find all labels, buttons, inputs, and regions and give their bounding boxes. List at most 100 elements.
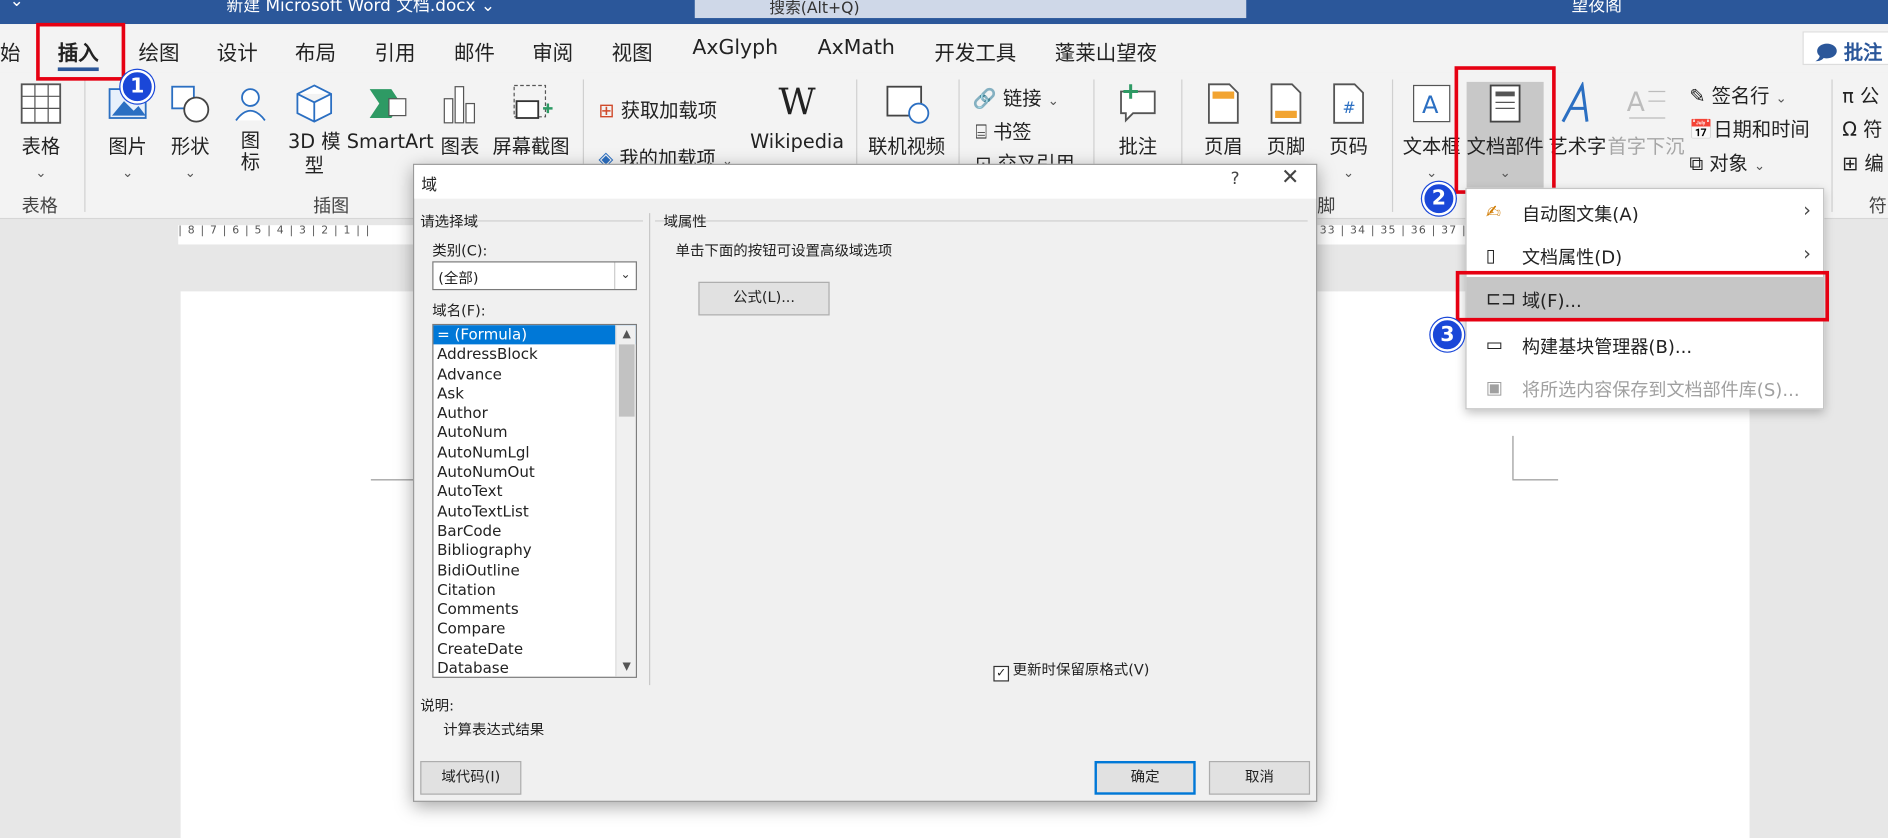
get-addins-label: 获取加载项 [620, 98, 718, 122]
list-item[interactable]: Compare [433, 619, 635, 639]
list-item[interactable]: AutoNum [433, 423, 635, 443]
icons-button[interactable]: 图 标 [226, 82, 274, 174]
list-item[interactable]: Bibliography [433, 541, 635, 561]
formula-button[interactable]: 公式(L)... [698, 281, 830, 316]
tab-axglyph[interactable]: AxGlyph [692, 36, 778, 60]
list-item[interactable]: AutoNumOut [433, 462, 635, 482]
tab-mailings[interactable]: 邮件 [454, 36, 495, 66]
choose-field-label: 请选择域 [420, 213, 479, 230]
category-select[interactable]: (全部) ⌄ [432, 261, 637, 291]
scroll-up-icon[interactable]: ▲ [616, 325, 635, 344]
list-item[interactable]: Author [433, 404, 635, 424]
scroll-thumb[interactable] [618, 344, 635, 417]
list-item[interactable]: Ask [433, 384, 635, 404]
tab-design[interactable]: 设计 [217, 36, 258, 66]
field-names-list[interactable]: = (Formula) AddressBlock Advance Ask Aut… [432, 323, 637, 678]
screenshot-icon [513, 84, 553, 119]
list-scrollbar[interactable]: ▲ ▼ [615, 325, 636, 677]
icons-icon [235, 88, 266, 121]
tab-references[interactable]: 引用 [374, 36, 415, 66]
cube-icon [296, 84, 333, 123]
preserve-format-checkbox[interactable]: ✓ 更新时保留原格式(V) [993, 659, 1149, 682]
menu-item-building-blocks[interactable]: ▭ 构建基块管理器(B)... [1467, 323, 1823, 366]
date-time-button[interactable]: 📅日期和时间 [1689, 113, 1809, 142]
equation-button[interactable]: π 公 [1842, 79, 1879, 108]
header-icon [1208, 83, 1239, 124]
description-text: 计算表达式结果 [443, 721, 545, 739]
list-item[interactable]: AutoText [433, 482, 635, 502]
smartart-button[interactable]: SmartArt [347, 82, 434, 153]
tab-developer[interactable]: 开发工具 [934, 36, 1016, 66]
link-button[interactable]: 🔗 链接 ⌄ [973, 82, 1059, 111]
3d-models-button[interactable]: 3D 模 型 [284, 82, 344, 178]
margin-corner-left [370, 479, 415, 481]
list-item[interactable]: Citation [433, 580, 635, 600]
checkmark-icon[interactable]: ✓ [993, 665, 1010, 682]
get-addins-button[interactable]: ⊞ 获取加载项 [598, 94, 717, 123]
chevron-right-icon: › [1803, 198, 1811, 222]
page-number-button[interactable]: # 页码 ⌄ [1320, 82, 1378, 182]
screenshot-button[interactable]: 屏幕截图 [491, 82, 570, 159]
symbol-button[interactable]: Ω 符 [1842, 113, 1882, 142]
smartart-label: SmartArt [346, 130, 434, 153]
qat-dropdown-icon[interactable]: ⌄ [10, 0, 24, 11]
menu-item-autotext[interactable]: ✍ 自动图文集(A) › [1467, 190, 1823, 233]
cancel-button[interactable]: 取消 [1208, 760, 1311, 795]
chevron-down-icon[interactable]: ⌄ [614, 262, 636, 289]
number-button[interactable]: ⊞ 编 [1842, 147, 1884, 176]
bookmark-button[interactable]: ⌸ 书签 [975, 116, 1031, 145]
help-icon[interactable]: ? [1231, 170, 1240, 189]
footer-button[interactable]: 页脚 [1257, 82, 1315, 159]
list-item[interactable]: AutoTextList [433, 502, 635, 522]
icons-label: 图 标 [240, 128, 261, 174]
object-button[interactable]: ⧉ 对象 ⌄ [1689, 147, 1765, 176]
list-item[interactable]: BarCode [433, 521, 635, 541]
list-item[interactable]: AutoNumLgl [433, 443, 635, 463]
ok-button[interactable]: 确定 [1094, 760, 1196, 795]
screenshot-label: 屏幕截图 [492, 134, 570, 158]
list-item[interactable]: BidiOutline [433, 561, 635, 581]
wikipedia-button[interactable]: W Wikipedia [749, 82, 845, 153]
online-video-button[interactable]: 联机视频 [865, 82, 949, 159]
list-item[interactable]: Database [433, 659, 635, 677]
header-button[interactable]: 页眉 [1194, 82, 1252, 159]
search-box[interactable]: 搜索(Alt+Q) [694, 0, 1247, 19]
close-icon[interactable]: ✕ [1281, 165, 1299, 190]
user-name[interactable]: 望夜阁 [1571, 0, 1622, 17]
table-button[interactable]: 表格 ⌄ [12, 82, 70, 182]
list-item[interactable]: = (Formula) [433, 325, 636, 345]
list-item[interactable]: AddressBlock [433, 345, 635, 365]
shapes-label: 形状 [170, 134, 210, 158]
group-label-header-footer: 脚 [1317, 195, 1336, 217]
shapes-button[interactable]: 形状 ⌄ [164, 82, 217, 182]
insert-comment-button[interactable]: 批注 [1105, 82, 1170, 159]
scroll-down-icon[interactable]: ▼ [616, 657, 635, 676]
tab-layout[interactable]: 布局 [295, 36, 336, 66]
list-item[interactable]: Advance [433, 364, 635, 384]
menu-item-save-selection[interactable]: ▣ 将所选内容保存到文档部件库(S)... [1467, 366, 1823, 409]
field-codes-button[interactable]: 域代码(I) [420, 760, 522, 795]
tab-view[interactable]: 视图 [612, 36, 653, 66]
dropcap-button[interactable]: A 首字下沉 [1606, 82, 1685, 159]
tab-axmath[interactable]: AxMath [818, 36, 895, 60]
chart-button[interactable]: 图表 [436, 82, 484, 159]
dropcap-icon: A [1627, 87, 1666, 119]
number-label: 编 [1864, 151, 1884, 175]
document-property-icon: ▯ [1485, 244, 1496, 267]
comments-button[interactable]: 🗩 批注 [1802, 31, 1888, 66]
signature-line-button[interactable]: ✎ 签名行 ⌄ [1689, 79, 1786, 108]
tab-custom[interactable]: 蓬莱山望夜 [1055, 36, 1157, 66]
dialog-title-bar: 域 ? ✕ [414, 164, 1317, 199]
object-icon: ⧉ [1689, 151, 1704, 175]
list-item[interactable]: CreateDate [433, 639, 635, 659]
textbox-button[interactable]: A 文本框 ⌄ [1402, 82, 1462, 182]
object-label: 对象 [1709, 151, 1748, 175]
wordart-label: 艺术字 [1548, 134, 1607, 158]
tab-draw[interactable]: 绘图 [138, 36, 179, 66]
category-value: (全部) [438, 269, 479, 287]
wordart-button[interactable]: 艺术字 [1548, 81, 1607, 159]
tab-review[interactable]: 审阅 [532, 36, 573, 66]
highlight-quick-parts [1454, 66, 1556, 194]
tab-start[interactable]: 始 [0, 36, 20, 66]
list-item[interactable]: Comments [433, 600, 635, 620]
